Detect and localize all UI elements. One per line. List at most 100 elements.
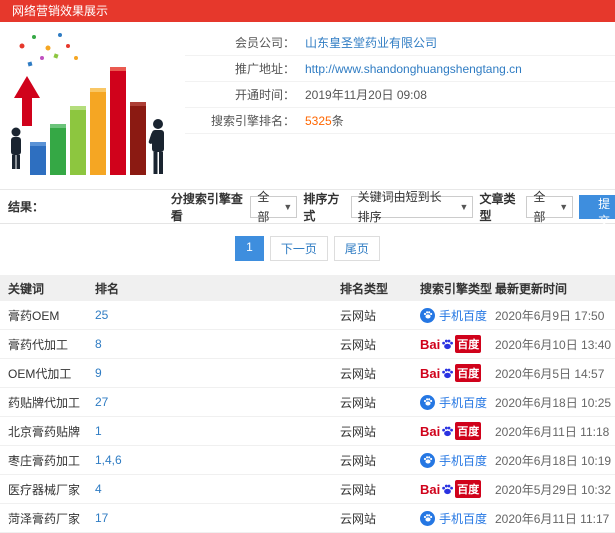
rank-cell[interactable]: 17 xyxy=(87,511,332,525)
info-label: 搜索引擎排名： xyxy=(210,114,295,128)
submit-button[interactable]: 提交 xyxy=(579,194,615,228)
sort-filter-group: 排序方式 关键词由短到长排序 ▼ xyxy=(303,190,474,224)
rank-type-cell: 云网站 xyxy=(340,482,377,497)
header-section: 会员公司： 山东皇圣堂药业有限公司 推广地址： http://www.shandong… xyxy=(0,22,615,190)
keyword-cell: 菏泽膏药厂家 xyxy=(8,511,81,526)
baidu-logo: Bai 百度 xyxy=(420,364,482,382)
engine-filter-label: 分搜索引擎查看 xyxy=(170,191,243,223)
filter-bar: 结果： 分搜索引擎查看 全部 ▼ 排序方式 关键词由短到长排序 ▼ 文章类型 全… xyxy=(0,190,615,228)
mobile-baidu-label: 手机百度 xyxy=(439,511,488,526)
page-title: 网络营销效果展示 xyxy=(12,4,109,18)
info-value[interactable]: http://www.shandonghuangshengtang.cn xyxy=(305,62,522,76)
baidu-cn-label: 百度 xyxy=(455,480,482,498)
baidu-logo: Bai 百度 xyxy=(420,335,482,353)
table-body: 膏药OEM 25 云网站 手机百度 2020年6月9日 17:50 膏药代加工 8 云网站 Ba… xyxy=(0,301,615,533)
baidu-paw-icon xyxy=(441,483,454,496)
baidu-paw-icon xyxy=(420,307,435,323)
table-row: 菏泽膏药厂家 17 云网站 手机百度 2020年6月11日 11:17 xyxy=(0,504,615,533)
mobile-baidu-logo: 手机百度 xyxy=(420,307,487,324)
table-header-row: 关键词 排名 排名类型 搜索引擎类型 最新更新时间 xyxy=(0,275,615,301)
header-engine-type: 搜索引擎类型 xyxy=(420,281,493,296)
article-filter-group: 文章类型 全部 ▼ xyxy=(479,190,574,224)
table-row: 膏药OEM 25 云网站 手机百度 2020年6月9日 17:50 xyxy=(0,301,615,330)
rank-cell[interactable]: 8 xyxy=(87,337,332,351)
rank-type-cell: 云网站 xyxy=(340,308,377,323)
info-label: 会员公司： xyxy=(234,36,295,50)
mobile-baidu-logo: 手机百度 xyxy=(420,452,487,469)
keyword-cell: 药贴牌代加工 xyxy=(8,395,81,410)
baidu-paw-icon xyxy=(441,367,454,380)
info-value: 2019年11月20日 09:08 xyxy=(305,88,427,102)
baidu-logo: Bai 百度 xyxy=(420,480,482,498)
engine-filter-select[interactable]: 全部 ▼ xyxy=(250,190,298,224)
engine-cell: 手机百度 xyxy=(412,510,487,527)
rank-cell[interactable]: 25 xyxy=(87,308,332,322)
mobile-baidu-label: 手机百度 xyxy=(439,395,488,410)
info-value[interactable]: 山东皇圣堂药业有限公司 xyxy=(305,34,437,51)
baidu-wordmark: Bai xyxy=(420,481,441,497)
chevron-down-icon: ▼ xyxy=(559,201,569,212)
results-table: 关键词 排名 排名类型 搜索引擎类型 最新更新时间 膏药OEM 25 云网站 手机百度… xyxy=(0,275,615,533)
table-row: OEM代加工 9 云网站 Bai 百度 2020年6月5日 14:57 xyxy=(0,359,615,388)
rank-type-cell: 云网站 xyxy=(340,395,377,410)
sort-filter-label: 排序方式 xyxy=(303,191,340,223)
engine-cell: Bai 百度 xyxy=(412,335,487,353)
table-row: 药贴牌代加工 27 云网站 手机百度 2020年6月18日 10:25 xyxy=(0,388,615,417)
rank-type-cell: 云网站 xyxy=(340,453,377,468)
last-page-button[interactable]: 尾页 xyxy=(333,236,380,261)
article-filter-label: 文章类型 xyxy=(479,191,516,223)
pagination: 1 下一页 尾页 xyxy=(0,224,615,271)
engine-cell: 手机百度 xyxy=(412,307,487,324)
header-keyword: 关键词 xyxy=(8,281,45,296)
info-row: 会员公司： 山东皇圣堂药业有限公司 xyxy=(185,30,615,56)
header-rank-type: 排名类型 xyxy=(340,281,389,296)
rank-type-cell: 云网站 xyxy=(340,366,377,381)
sort-filter-value: 关键词由短到长排序 xyxy=(357,189,442,224)
update-time-cell: 2020年6月10日 13:40 xyxy=(495,337,612,352)
page-button-current[interactable]: 1 xyxy=(235,236,264,261)
next-page-button[interactable]: 下一页 xyxy=(269,236,328,261)
mobile-baidu-logo: 手机百度 xyxy=(420,394,487,411)
info-row: 开通时间： 2019年11月20日 09:08 xyxy=(185,82,615,108)
engine-cell: 手机百度 xyxy=(412,452,487,469)
baidu-paw-icon xyxy=(420,452,435,468)
info-row: 搜索引擎排名： 5325 条 xyxy=(185,108,615,134)
engine-cell: Bai 百度 xyxy=(412,422,487,440)
engine-cell: Bai 百度 xyxy=(412,364,487,382)
info-label: 开通时间： xyxy=(234,88,295,102)
rank-cell[interactable]: 9 xyxy=(87,366,332,380)
baidu-paw-icon xyxy=(420,510,435,526)
chevron-down-icon: ▼ xyxy=(283,201,293,212)
article-filter-value: 全部 xyxy=(533,189,546,224)
baidu-wordmark: Bai xyxy=(420,365,441,381)
baidu-cn-label: 百度 xyxy=(455,335,482,353)
promo-illustration xyxy=(4,28,174,183)
result-label: 结果： xyxy=(8,200,45,214)
baidu-wordmark: Bai xyxy=(420,423,441,439)
keyword-cell: 北京膏药贴牌 xyxy=(8,424,81,439)
baidu-wordmark: Bai xyxy=(420,336,441,352)
article-filter-select[interactable]: 全部 ▼ xyxy=(526,190,574,224)
bar-chart-clipart xyxy=(11,33,164,175)
rank-type-cell: 云网站 xyxy=(340,424,377,439)
info-panel: 会员公司： 山东皇圣堂药业有限公司 推广地址： http://www.shandong… xyxy=(185,30,615,134)
engine-filter-value: 全部 xyxy=(257,189,270,224)
baidu-logo: Bai 百度 xyxy=(420,422,482,440)
sort-filter-select[interactable]: 关键词由短到长排序 ▼ xyxy=(350,190,474,224)
rank-cell[interactable]: 1,4,6 xyxy=(87,453,332,467)
header-rank: 排名 xyxy=(95,281,120,296)
baidu-cn-label: 百度 xyxy=(455,422,482,440)
header-update-time: 最新更新时间 xyxy=(495,281,568,296)
rank-cell[interactable]: 1 xyxy=(87,424,332,438)
engine-cell: Bai 百度 xyxy=(412,480,487,498)
table-row: 北京膏药贴牌 1 云网站 Bai 百度 2020年6月11日 11:18 xyxy=(0,417,615,446)
rank-cell[interactable]: 4 xyxy=(87,482,332,496)
rank-cell[interactable]: 27 xyxy=(87,395,332,409)
update-time-cell: 2020年6月18日 10:25 xyxy=(495,395,612,410)
baidu-paw-icon xyxy=(420,394,435,410)
update-time-cell: 2020年6月18日 10:19 xyxy=(495,453,612,468)
engine-cell: 手机百度 xyxy=(412,394,487,411)
keyword-cell: 医疗器械厂家 xyxy=(8,482,81,497)
table-row: 膏药代加工 8 云网站 Bai 百度 2020年6月10日 13:40 xyxy=(0,330,615,359)
update-time-cell: 2020年5月29日 10:32 xyxy=(495,482,612,497)
